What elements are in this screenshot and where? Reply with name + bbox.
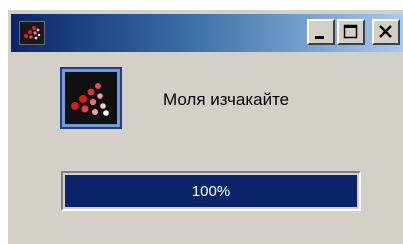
minimize-icon (315, 36, 324, 39)
wait-message: Моля изчакайте (163, 90, 290, 109)
maximize-icon (343, 24, 358, 39)
close-button[interactable] (372, 19, 400, 45)
dots-app-icon[interactable] (19, 21, 45, 45)
maximize-button[interactable] (337, 19, 365, 45)
progress-bar: 100% (61, 171, 361, 211)
dialog-window: Моля изчакайте 100% (6, 8, 403, 244)
title-bar[interactable] (11, 14, 403, 52)
dots-app-icon (60, 67, 122, 129)
progress-fill: 100% (65, 175, 357, 207)
progress-label: 100% (191, 183, 231, 200)
close-icon (379, 25, 392, 38)
minimize-button[interactable] (307, 19, 335, 45)
